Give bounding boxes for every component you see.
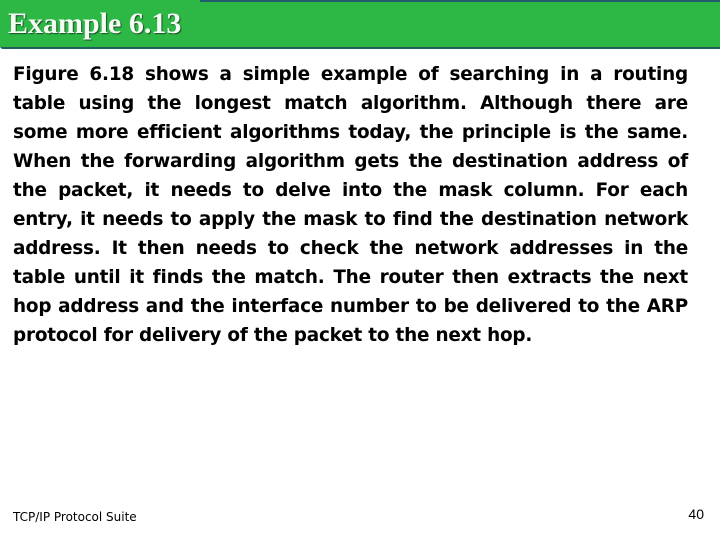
slide-body-paragraph: Figure 6.18 shows a simple example of se… xyxy=(13,64,688,346)
title-banner-top-rule xyxy=(200,0,720,2)
slide-title: Example 6.13 xyxy=(8,7,182,40)
footer-course-title: TCP/IP Protocol Suite xyxy=(13,510,137,524)
slide-page-number: 40 xyxy=(688,506,704,522)
